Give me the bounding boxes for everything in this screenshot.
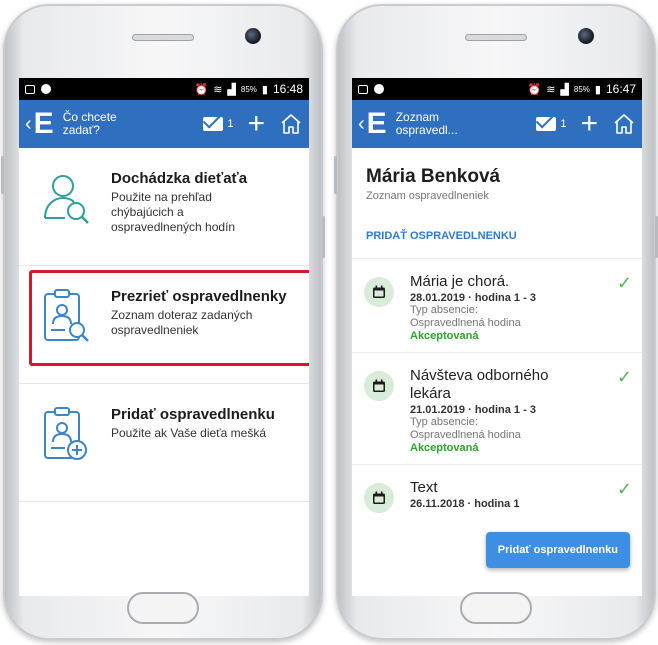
battery-percent: 85%: [573, 84, 590, 94]
signal-icon: ▟: [560, 83, 569, 96]
clock: 16:47: [605, 82, 636, 96]
check-icon: ✓: [616, 273, 632, 293]
wifi-icon: ≋: [213, 83, 223, 96]
add-excuse-link[interactable]: PRIDAŤ OSPRAVEDLNENKU: [352, 212, 642, 259]
phone-left: ⏰ ≋ ▟ 85% ▮ 16:48 ‹ E Čo chcete zadať? 1…: [1, 4, 325, 640]
power-button: [322, 216, 325, 258]
notification-icon: [41, 84, 51, 94]
excuse-type-value: Ospravedlnená hodina: [410, 429, 521, 441]
highlight-box: [29, 270, 309, 366]
mail-count-badge: 1: [227, 118, 234, 130]
back-chevron-icon[interactable]: ‹: [25, 114, 32, 134]
clock: 16:48: [272, 82, 303, 96]
check-icon: ✓: [616, 367, 632, 387]
front-camera: [245, 28, 261, 44]
gallery-icon: [358, 84, 368, 94]
app-logo[interactable]: E: [34, 109, 54, 139]
front-camera: [578, 28, 594, 44]
volume-button: [1, 156, 4, 194]
menu-item-attendance[interactable]: Dochádzka dieťaťa Použite na prehľad chý…: [19, 148, 309, 266]
excuse-status: Akceptovaná: [410, 442, 479, 454]
profile-subtitle: Zoznam ospravedlneniek: [366, 190, 489, 202]
clipboard-add-icon: [44, 407, 87, 460]
mail-icon: [536, 117, 557, 131]
status-bar: ⏰ ≋ ▟ 85% ▮ 16:48: [19, 78, 309, 100]
app-bar: ‹ E Zoznam ospravedl... 1 +: [352, 100, 642, 148]
app-bar: ‹ E Čo chcete zadať? 1 +: [19, 100, 309, 148]
excuse-date: 21.01.2019 · hodina 1 - 3: [410, 404, 536, 416]
mail-count-badge: 1: [560, 118, 567, 130]
profile-header: Mária Benková Zoznam ospravedlneniek: [352, 148, 642, 212]
alarm-icon: ⏰: [194, 83, 209, 96]
notification-icon: [374, 84, 384, 94]
excuse-title: Mária je chorá.: [410, 273, 510, 290]
excuse-type-label: Typ absencie:: [410, 304, 478, 316]
add-excuse-fab[interactable]: Pridať ospravedlnenku: [485, 532, 630, 568]
excuse-title: Text: [410, 479, 438, 496]
status-bar: ⏰ ≋ ▟ 85% ▮ 16:47: [352, 78, 642, 100]
appbar-title: Zoznam ospravedl...: [395, 110, 458, 137]
excuse-date: 26.11.2018 · hodina 1: [410, 498, 520, 510]
hardware-home-button[interactable]: [127, 592, 199, 624]
excuse-list-item[interactable]: Mária je chorá. 28.01.2019 · hodina 1 - …: [352, 259, 642, 353]
back-chevron-icon[interactable]: ‹: [358, 114, 365, 134]
excuse-status: Akceptovaná: [410, 330, 479, 342]
menu-item-subtitle: Použite na prehľad chýbajúcich a osprave…: [111, 190, 236, 234]
mail-icon: [203, 117, 224, 131]
speaker-grille: [465, 34, 527, 41]
excuse-type-value: Ospravedlnená hodina: [410, 317, 521, 329]
menu-item-add-excuse[interactable]: Pridať ospravedlnenku Použite ak Vaše di…: [19, 384, 309, 502]
home-icon[interactable]: [612, 112, 636, 136]
menu-item-view-excuses[interactable]: Prezrieť ospravedlnenky Zoznam doteraz z…: [19, 266, 309, 384]
excuse-title: Návšteva odborného lekára: [410, 367, 549, 402]
screen-right: ⏰ ≋ ▟ 85% ▮ 16:47 ‹ E Zoznam ospravedl..…: [352, 78, 642, 596]
battery-icon: ▮: [261, 83, 268, 96]
appbar-title: Čo chcete zadať?: [62, 110, 117, 137]
excuse-list-item[interactable]: Návšteva odborného lekára 21.01.2019 · h…: [352, 353, 642, 465]
excuse-type-label: Typ absencie:: [410, 416, 478, 428]
home-icon[interactable]: [279, 112, 303, 136]
menu-item-title: Pridať ospravedlnenku: [111, 406, 275, 423]
phone-right: ⏰ ≋ ▟ 85% ▮ 16:47 ‹ E Zoznam ospravedl..…: [334, 4, 658, 640]
calendar-icon: [364, 483, 394, 513]
calendar-icon: [364, 277, 394, 307]
calendar-icon: [364, 371, 394, 401]
hardware-home-button[interactable]: [460, 592, 532, 624]
excuse-list-item[interactable]: Text 26.11.2018 · hodina 1 ✓: [352, 465, 642, 523]
user-search-icon: [44, 175, 89, 224]
volume-button: [334, 156, 337, 194]
menu-item-title: Dochádzka dieťaťa: [111, 170, 248, 187]
add-icon[interactable]: +: [247, 109, 265, 139]
app-logo[interactable]: E: [367, 109, 387, 139]
battery-percent: 85%: [240, 84, 257, 94]
messages-button[interactable]: 1: [203, 117, 233, 131]
screen-left: ⏰ ≋ ▟ 85% ▮ 16:48 ‹ E Čo chcete zadať? 1…: [19, 78, 309, 596]
gallery-icon: [25, 84, 35, 94]
speaker-grille: [132, 34, 194, 41]
battery-icon: ▮: [594, 83, 601, 96]
alarm-icon: ⏰: [527, 83, 542, 96]
menu-item-subtitle: Použite ak Vaše dieťa mešká: [111, 426, 267, 440]
messages-button[interactable]: 1: [536, 117, 566, 131]
excuse-date: 28.01.2019 · hodina 1 - 3: [410, 292, 536, 304]
check-icon: ✓: [616, 479, 632, 499]
signal-icon: ▟: [227, 83, 236, 96]
student-name: Mária Benková: [366, 166, 501, 187]
add-icon[interactable]: +: [580, 109, 598, 139]
wifi-icon: ≋: [546, 83, 556, 96]
